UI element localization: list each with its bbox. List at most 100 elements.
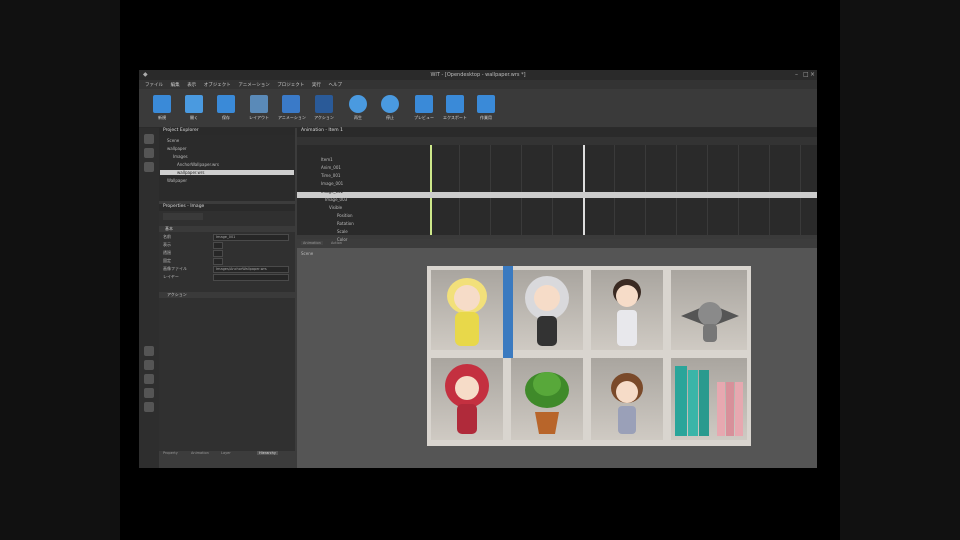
- timeline-toolbar: [297, 137, 817, 145]
- menu-bar: ファイル 編集 表示 オブジェクト アニメーション プロジェクト 実行 ヘルプ: [139, 80, 817, 89]
- pink-book: [726, 382, 734, 436]
- teal-book: [699, 370, 709, 436]
- open-icon: [185, 95, 203, 113]
- play-button[interactable]: 再生: [345, 95, 371, 121]
- timeline-grid[interactable]: [429, 145, 817, 235]
- pink-book: [735, 382, 743, 436]
- minimize-icon[interactable]: –: [795, 71, 798, 78]
- silver-hair-girl-figure: [525, 276, 569, 346]
- teal-book: [688, 370, 698, 436]
- stop-button[interactable]: 停止: [377, 95, 403, 121]
- tree-item[interactable]: Scene: [167, 138, 179, 143]
- animation-button[interactable]: アニメーション: [278, 95, 306, 121]
- track-name[interactable]: Rotation: [337, 221, 354, 226]
- prop-label-name: 名前: [163, 234, 171, 239]
- action-icon: [315, 95, 333, 113]
- properties-toolbar: [163, 213, 203, 220]
- tab-property[interactable]: Property: [163, 451, 178, 455]
- track-selected-highlight[interactable]: [297, 192, 817, 198]
- prop-label-layer: レイヤー: [163, 274, 179, 279]
- tab-action[interactable]: Action: [331, 241, 342, 245]
- new-icon: [153, 95, 171, 113]
- prop-checkbox-visible[interactable]: [213, 242, 223, 249]
- tree-item-selected[interactable]: wallpaper.wrs: [160, 170, 294, 175]
- menu-object[interactable]: オブジェクト: [204, 82, 231, 88]
- move-tool-icon[interactable]: [144, 360, 154, 370]
- prop-value-layer[interactable]: [213, 274, 289, 281]
- export-button[interactable]: エクスポート: [442, 95, 468, 121]
- zoom-icon[interactable]: [144, 148, 154, 158]
- save-button[interactable]: 保存: [213, 95, 239, 121]
- prop-label-visible: 表示: [163, 242, 171, 247]
- prop-label-image: 画像ファイル: [163, 266, 187, 271]
- search-icon[interactable]: [144, 162, 154, 172]
- animation-icon: [282, 95, 300, 113]
- track-name[interactable]: Anim_001: [321, 165, 341, 170]
- prop-label-fixed: 固定: [163, 258, 171, 263]
- action-button[interactable]: アクション: [311, 95, 337, 121]
- app-icon: ◆: [143, 71, 148, 78]
- hand-tool-icon[interactable]: [144, 402, 154, 412]
- track-name[interactable]: Position: [337, 213, 353, 218]
- prop-checkbox-transparent[interactable]: [213, 250, 223, 257]
- track-name[interactable]: Image_001: [321, 181, 343, 186]
- track-name[interactable]: Item1: [321, 157, 333, 162]
- tab-anim[interactable]: Animation: [301, 241, 323, 245]
- tree-item[interactable]: wallpaper: [167, 146, 187, 151]
- close-icon[interactable]: ×: [810, 71, 815, 78]
- tab-hierarchy[interactable]: Hierarchy: [257, 451, 278, 455]
- menu-run[interactable]: 実行: [312, 82, 321, 88]
- preview-button[interactable]: プレビュー: [411, 95, 437, 121]
- layout-button[interactable]: レイアウト: [246, 95, 272, 121]
- section-action[interactable]: アクション: [159, 292, 295, 298]
- tool-strip: [139, 128, 159, 468]
- prop-value-name[interactable]: Image_001: [213, 234, 289, 241]
- right-letterbox: [840, 0, 960, 540]
- prop-checkbox-fixed[interactable]: [213, 258, 223, 265]
- work-button[interactable]: 作業用: [473, 95, 499, 121]
- select-tool-icon[interactable]: [144, 346, 154, 356]
- pink-book: [717, 382, 725, 436]
- properties-panel: 基本: [159, 211, 295, 451]
- tree-item[interactable]: Images: [173, 154, 188, 159]
- open-button[interactable]: 開く: [181, 95, 207, 121]
- section-basic[interactable]: 基本: [159, 226, 295, 232]
- properties-header: Properties - Image: [159, 204, 295, 211]
- rotate-tool-icon[interactable]: [144, 374, 154, 384]
- scale-tool-icon[interactable]: [144, 388, 154, 398]
- tab-animation[interactable]: Animation: [191, 451, 209, 455]
- small-girl-figure: [611, 373, 643, 434]
- boy-figure: [613, 279, 641, 346]
- project-explorer: Scene wallpaper Images AnchorWallpaper.w…: [159, 135, 295, 201]
- track-name[interactable]: Visible: [329, 205, 342, 210]
- pointer-icon[interactable]: [144, 134, 154, 144]
- prop-value-image[interactable]: Images/AnchorWallpaper.wrs: [213, 266, 289, 273]
- track-name[interactable]: Time_001: [321, 173, 340, 178]
- tree-item[interactable]: AnchorWallpaper.wrs: [177, 162, 219, 167]
- timeline-scrollbar[interactable]: [297, 235, 817, 239]
- track-name[interactable]: Image_003: [325, 197, 347, 202]
- menu-edit[interactable]: 編集: [171, 82, 180, 88]
- scene-label: Scene: [301, 251, 314, 256]
- wallpaper-preview[interactable]: [427, 266, 751, 446]
- track-name-selected[interactable]: Image_002: [321, 189, 343, 194]
- new-button[interactable]: 新規: [149, 95, 175, 121]
- export-icon: [446, 95, 464, 113]
- menu-view[interactable]: 表示: [187, 82, 196, 88]
- stop-icon: [381, 95, 399, 113]
- toolbar: 新規 開く 保存 レイアウト アニメーション アクション 再生 停止 プレビュー…: [139, 89, 817, 128]
- tab-layer[interactable]: Layer: [221, 451, 231, 455]
- track-name[interactable]: Scale: [337, 229, 348, 234]
- left-letterbox: [0, 0, 120, 540]
- menu-file[interactable]: ファイル: [145, 82, 163, 88]
- menu-project[interactable]: プロジェクト: [277, 82, 304, 88]
- playhead[interactable]: [583, 145, 585, 235]
- teal-book: [675, 366, 687, 436]
- title-bar: WIT - [Opendesktop - wallpaper.wrs *] ◆ …: [139, 70, 817, 80]
- maximize-icon[interactable]: □: [803, 71, 809, 78]
- tree-item[interactable]: Wallpaper: [167, 178, 187, 183]
- preview-icon: [415, 95, 433, 113]
- window-title: WIT - [Opendesktop - wallpaper.wrs *]: [430, 72, 526, 78]
- menu-animation[interactable]: アニメーション: [238, 82, 269, 88]
- menu-help[interactable]: ヘルプ: [328, 82, 342, 88]
